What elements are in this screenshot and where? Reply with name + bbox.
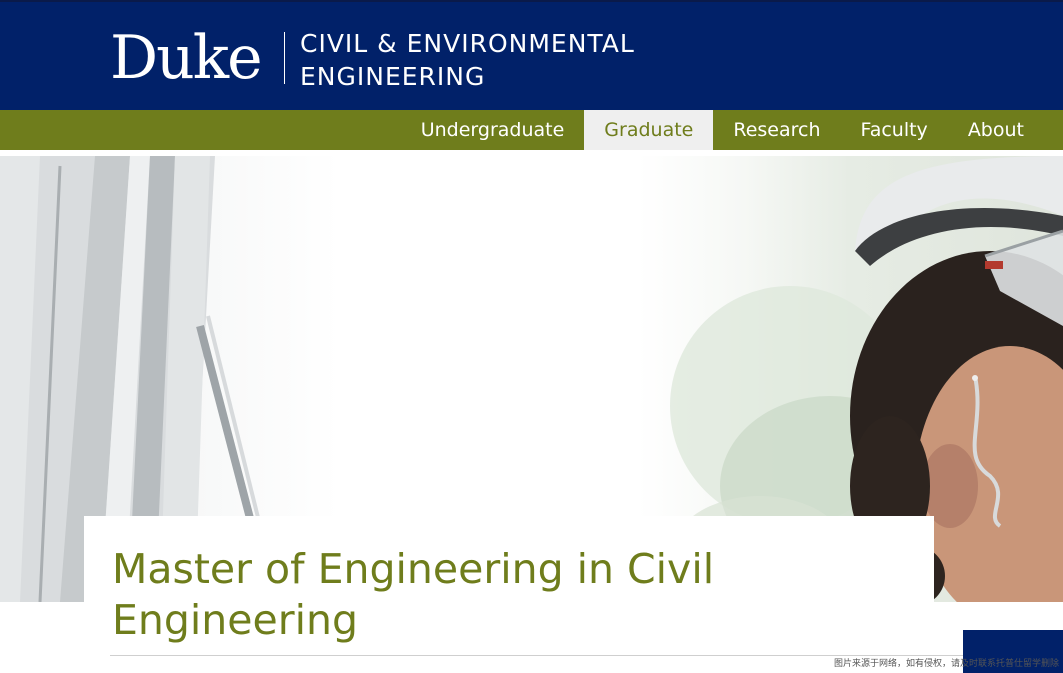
page-title: Master of Engineering in Civil Engineeri…: [112, 545, 715, 644]
nav-item-research[interactable]: Research: [713, 110, 840, 150]
nav-item-graduate[interactable]: Graduate: [584, 110, 714, 150]
department-name[interactable]: CIVIL & ENVIRONMENTAL ENGINEERING: [300, 27, 635, 93]
site-header: Duke CIVIL & ENVIRONMENTAL ENGINEERING: [0, 0, 1063, 110]
title-card: Master of Engineering in Civil Engineeri…: [84, 516, 934, 673]
nav-item-about[interactable]: About: [948, 110, 1044, 150]
main-nav-items: Undergraduate Graduate Research Faculty …: [401, 110, 1044, 150]
main-nav: Undergraduate Graduate Research Faculty …: [0, 110, 1063, 150]
nav-item-faculty[interactable]: Faculty: [841, 110, 948, 150]
duke-logo[interactable]: Duke: [110, 26, 263, 90]
department-name-line-2: ENGINEERING: [300, 62, 486, 91]
department-name-line-1: CIVIL & ENVIRONMENTAL: [300, 29, 635, 58]
watermark-text: 图片来源于网络，如有侵权，请及时联系托普仕留学删除: [833, 659, 1059, 669]
nav-item-undergraduate[interactable]: Undergraduate: [401, 110, 585, 150]
logo-divider: [284, 32, 285, 84]
